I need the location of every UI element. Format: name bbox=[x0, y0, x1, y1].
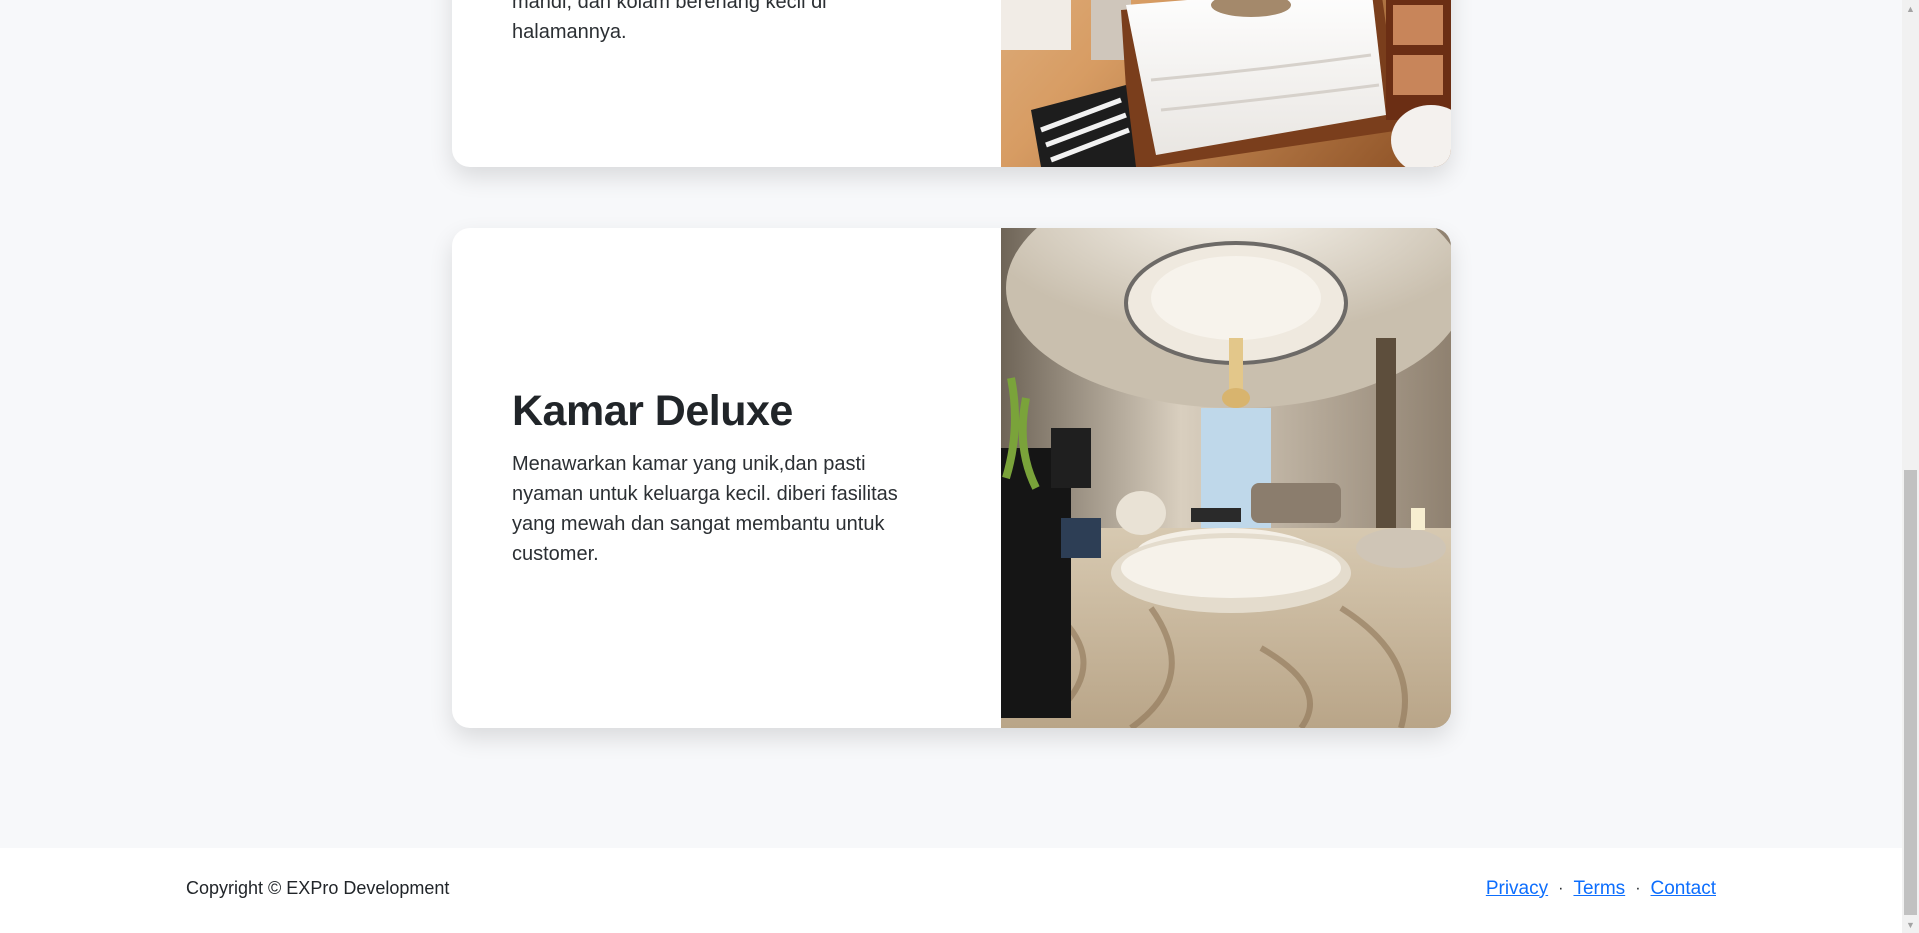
privacy-link[interactable]: Privacy bbox=[1486, 878, 1548, 900]
terms-link[interactable]: Terms bbox=[1573, 878, 1625, 900]
scroll-down-arrow-icon[interactable]: ▼ bbox=[1902, 916, 1919, 933]
scroll-up-arrow-icon[interactable]: ▲ bbox=[1902, 0, 1919, 17]
contact-link[interactable]: Contact bbox=[1651, 878, 1716, 900]
room-card-text: mandi, dan kolam berenang kecil di halam… bbox=[452, 0, 1001, 167]
room-title: Kamar Deluxe bbox=[512, 387, 793, 436]
room-description: Menawarkan kamar yang unik,dan pasti nya… bbox=[512, 452, 898, 565]
room-card-standard: mandi, dan kolam berenang kecil di halam… bbox=[452, 0, 1451, 167]
vertical-scrollbar[interactable]: ▲ ▼ bbox=[1902, 0, 1919, 933]
room-card-text: Kamar Deluxe Menawarkan kamar yang unik,… bbox=[452, 228, 1001, 728]
link-separator: · bbox=[1635, 879, 1641, 897]
room-description: mandi, dan kolam berenang kecil di halam… bbox=[512, 0, 827, 43]
link-separator: · bbox=[1558, 879, 1564, 897]
room-photo-deluxe bbox=[1001, 228, 1451, 728]
footer-links: Privacy · Terms · Contact bbox=[1486, 878, 1716, 900]
footer: Copyright © EXPro Development Privacy · … bbox=[0, 848, 1902, 933]
room-photo-bedroom bbox=[1001, 0, 1451, 167]
scrollbar-thumb[interactable] bbox=[1904, 470, 1917, 915]
room-card-deluxe: Kamar Deluxe Menawarkan kamar yang unik,… bbox=[452, 228, 1451, 728]
page: mandi, dan kolam berenang kecil di halam… bbox=[0, 0, 1902, 933]
copyright-text: Copyright © EXPro Development bbox=[186, 878, 450, 898]
